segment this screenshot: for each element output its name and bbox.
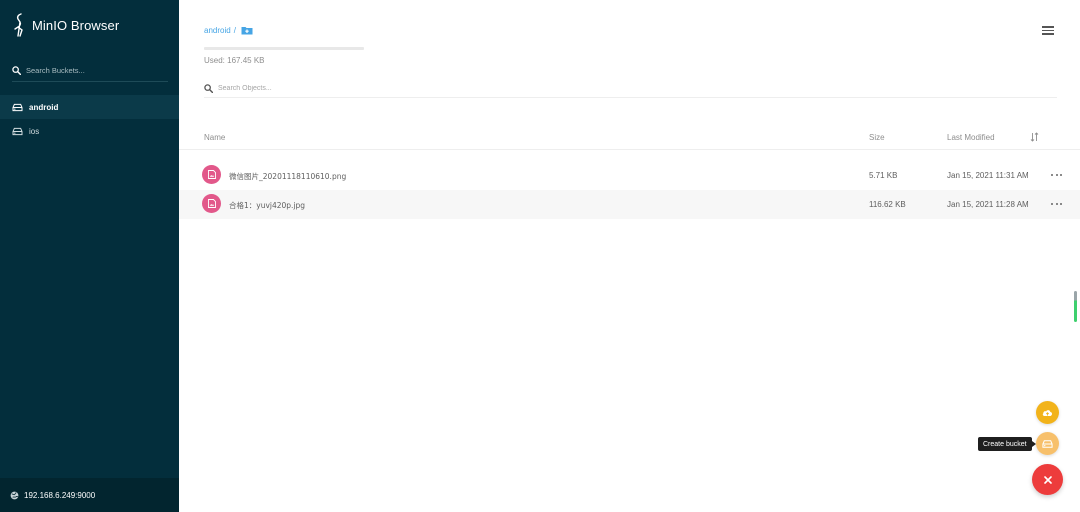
hamburger-menu-icon[interactable] — [1042, 25, 1054, 36]
search-objects-input[interactable] — [218, 85, 518, 92]
bucket-item-android[interactable]: android — [0, 95, 179, 119]
server-address: 192.168.6.249:9000 — [24, 490, 96, 500]
file-glyph-icon — [207, 199, 216, 208]
bucket-search — [12, 60, 168, 82]
search-icon — [12, 66, 21, 75]
dot — [1060, 174, 1062, 176]
image-file-icon[interactable] — [202, 165, 221, 184]
image-file-icon[interactable] — [202, 194, 221, 213]
file-modified: Jan 15, 2021 11:31 AM — [947, 171, 1029, 180]
column-header-modified[interactable]: Last Modified — [947, 133, 995, 142]
storage-usage-bar — [204, 47, 364, 50]
upload-file-button[interactable] — [1036, 401, 1059, 424]
dot — [1051, 174, 1053, 176]
table-row[interactable]: 微信图片_20201118110610.png 5.71 KB Jan 15, … — [179, 161, 1080, 190]
file-glyph-icon — [207, 170, 216, 179]
file-name[interactable]: 合格1：yuvj420p.jpg — [229, 200, 305, 211]
bucket-icon — [12, 127, 23, 135]
bucket-icon — [12, 103, 23, 111]
sort-icon[interactable] — [1030, 132, 1039, 142]
file-size: 116.62 KB — [869, 200, 906, 209]
column-header-size[interactable]: Size — [869, 133, 885, 142]
column-header-name[interactable]: Name — [204, 133, 225, 142]
more-actions-icon[interactable] — [1051, 171, 1062, 179]
menu-line — [1042, 33, 1054, 35]
object-search — [204, 80, 1057, 98]
storage-usage-text: Used: 167.45 KB — [204, 56, 265, 65]
bucket-list: android ios — [0, 95, 179, 143]
create-bucket-button[interactable] — [1036, 432, 1059, 455]
search-buckets-input[interactable] — [26, 66, 161, 75]
search-icon — [204, 84, 213, 93]
app-title: MinIO Browser — [32, 17, 120, 33]
object-table-header: Name Size Last Modified — [179, 124, 1080, 150]
breadcrumb-bucket-link[interactable]: android — [204, 26, 231, 35]
breadcrumb-separator: / — [233, 26, 236, 35]
bucket-label: android — [29, 102, 59, 112]
server-info: 192.168.6.249:9000 — [0, 478, 179, 512]
breadcrumb: android / — [204, 26, 253, 35]
close-actions-button[interactable] — [1032, 464, 1063, 495]
bucket-item-ios[interactable]: ios — [0, 119, 179, 143]
sidebar: MinIO Browser android ios — [0, 0, 179, 512]
globe-icon — [10, 491, 19, 499]
close-icon — [1043, 475, 1052, 484]
add-folder-icon[interactable] — [241, 26, 253, 35]
more-actions-icon[interactable] — [1051, 200, 1062, 208]
dot — [1055, 203, 1058, 205]
scroll-indicator[interactable] — [1074, 291, 1077, 322]
dot — [1051, 203, 1053, 205]
create-bucket-tooltip: Create bucket — [978, 437, 1036, 451]
table-row[interactable]: 合格1：yuvj420p.jpg 116.62 KB Jan 15, 2021 … — [179, 190, 1080, 219]
minio-bird-logo-icon — [14, 13, 23, 37]
file-size: 5.71 KB — [869, 171, 898, 180]
menu-line — [1042, 29, 1054, 32]
cloud-upload-icon — [1042, 409, 1053, 416]
bucket-label: ios — [29, 126, 40, 136]
logo[interactable]: MinIO Browser — [12, 13, 119, 37]
dot — [1055, 174, 1058, 176]
file-modified: Jan 15, 2021 11:28 AM — [947, 200, 1029, 209]
file-name[interactable]: 微信图片_20201118110610.png — [229, 171, 346, 182]
menu-line — [1042, 26, 1054, 28]
dot — [1060, 203, 1062, 205]
bucket-icon — [1042, 439, 1053, 448]
